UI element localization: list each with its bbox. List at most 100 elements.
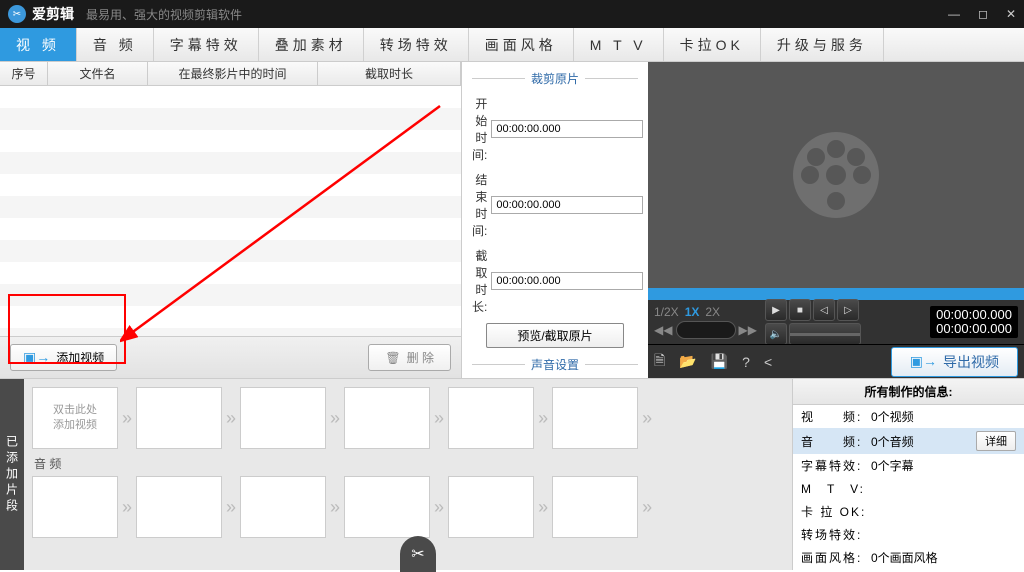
film-reel-icon <box>793 132 879 218</box>
col-time: 在最终影片中的时间 <box>148 62 318 85</box>
trim-section: 裁剪原片 <box>531 70 579 87</box>
export-label: 导出视频 <box>943 352 999 372</box>
info-row[interactable]: 字幕特效:0个字幕 <box>793 454 1024 477</box>
info-row[interactable]: 画面风格:0个画面风格 <box>793 546 1024 569</box>
col-index: 序号 <box>0 62 48 85</box>
delete-label: 删 除 <box>407 349 434 366</box>
table-header: 序号 文件名 在最终影片中的时间 截取时长 <box>0 62 461 86</box>
mute-button[interactable]: 🔈 <box>765 323 787 345</box>
trash-icon: 🗑 <box>385 351 400 365</box>
new-icon[interactable]: 🗎 <box>654 350 665 374</box>
duration-input[interactable] <box>491 272 643 290</box>
share-icon[interactable]: < <box>764 354 772 370</box>
tab-mtv[interactable]: M T V <box>574 28 664 61</box>
trim-pane: 裁剪原片 开始时间: 结束时间: 截取时长: 预览/截取原片 声音设置 使用音轨… <box>462 62 648 378</box>
main-tabs: 视 频 音 频 字幕特效 叠加素材 转场特效 画面风格 M T V 卡拉OK 升… <box>0 28 1024 62</box>
save-icon[interactable]: 💾 <box>711 353 728 370</box>
clip-placeholder[interactable]: 双击此处 添加视频 <box>32 387 118 449</box>
info-row[interactable]: 转场特效: <box>793 523 1024 546</box>
tab-transition[interactable]: 转场特效 <box>364 28 469 61</box>
add-video-button[interactable]: ▣→ 添加视频 <box>10 344 117 371</box>
table-body[interactable] <box>0 86 461 336</box>
info-row[interactable]: 视 频:0个视频 <box>793 405 1024 428</box>
chevron-right-icon: » <box>122 408 132 429</box>
clip-slot[interactable] <box>136 476 222 538</box>
delete-button[interactable]: 🗑 删 除 <box>368 344 451 371</box>
tab-subtitle[interactable]: 字幕特效 <box>154 28 259 61</box>
titlebar: ✂ 爱剪辑 最易用、强大的视频剪辑软件 — ◻ ✕ <box>0 0 1024 28</box>
speed-2x[interactable]: 2X <box>705 305 720 319</box>
clip-slot[interactable] <box>448 387 534 449</box>
clip-slot[interactable] <box>240 387 326 449</box>
clip-slot[interactable] <box>32 476 118 538</box>
sound-section: 声音设置 <box>531 356 579 373</box>
open-icon[interactable]: 📂 <box>679 353 696 370</box>
info-row[interactable]: 音 频:0个音频详细 <box>793 428 1024 454</box>
info-row[interactable]: M T V: <box>793 477 1024 500</box>
info-row[interactable]: 卡 拉 OK: <box>793 500 1024 523</box>
col-duration: 截取时长 <box>318 62 461 85</box>
jog-right-icon[interactable]: ▶▶ <box>738 323 756 337</box>
preview-trim-button[interactable]: 预览/截取原片 <box>486 323 624 348</box>
app-logo: ✂ <box>8 5 26 23</box>
clip-slot[interactable] <box>344 387 430 449</box>
added-clips-tab[interactable]: 已添加片段 <box>0 379 24 570</box>
audio-row-label: 音 频 <box>34 455 784 472</box>
end-label: 结束时间: <box>472 171 487 239</box>
clip-slot[interactable] <box>552 387 638 449</box>
stop-button[interactable]: ■ <box>789 299 811 321</box>
clip-slot[interactable] <box>136 387 222 449</box>
info-value: 0个音频 <box>871 433 976 450</box>
dur-label: 截取时长: <box>472 247 487 315</box>
speed-half[interactable]: 1/2X <box>654 305 679 319</box>
preview-viewport[interactable] <box>648 62 1024 288</box>
tab-upgrade[interactable]: 升级与服务 <box>761 28 884 61</box>
video-clip-row: 双击此处 添加视频 » » » » » » <box>32 387 784 449</box>
app-slogan: 最易用、强大的视频剪辑软件 <box>86 6 242 23</box>
export-video-button[interactable]: ▣→ 导出视频 <box>891 347 1018 377</box>
info-key: 转场特效: <box>801 526 871 543</box>
timeline-area: 已添加片段 双击此处 添加视频 » » » » » » 音 频 » » » » … <box>0 379 792 570</box>
scissors-icon[interactable]: ✂ <box>400 536 436 572</box>
help-icon[interactable]: ? <box>742 354 750 370</box>
info-value: 0个画面风格 <box>871 549 1016 566</box>
play-button[interactable]: ▶ <box>765 299 787 321</box>
info-header: 所有制作的信息: <box>793 379 1024 405</box>
tab-style[interactable]: 画面风格 <box>469 28 574 61</box>
jog-wheel[interactable] <box>676 321 736 339</box>
clip-slot[interactable] <box>240 476 326 538</box>
prev-frame-button[interactable]: ◁ <box>813 299 835 321</box>
clip-slot[interactable] <box>448 476 534 538</box>
start-time-input[interactable] <box>491 120 643 138</box>
end-time-input[interactable] <box>491 196 643 214</box>
add-video-label: 添加视频 <box>56 349 104 366</box>
info-key: 画面风格: <box>801 549 871 566</box>
tab-video[interactable]: 视 频 <box>0 28 77 61</box>
jog-left-icon[interactable]: ◀◀ <box>654 323 672 337</box>
audio-clip-row: » » » » » » <box>32 476 784 538</box>
tab-karaoke[interactable]: 卡拉OK <box>664 28 761 61</box>
minimize-icon[interactable]: — <box>948 7 960 21</box>
col-filename: 文件名 <box>48 62 148 85</box>
tab-overlay[interactable]: 叠加素材 <box>259 28 364 61</box>
add-video-icon: ▣→ <box>23 349 50 366</box>
info-list: 视 频:0个视频音 频:0个音频详细字幕特效:0个字幕M T V: 卡 拉 OK:… <box>793 405 1024 570</box>
clip-list-pane: 序号 文件名 在最终影片中的时间 截取时长 ▣→ 添加视频 🗑 删 除 <box>0 62 462 378</box>
detail-button[interactable]: 详细 <box>976 431 1016 451</box>
info-key: 卡 拉 OK: <box>801 503 871 520</box>
preview-pane: 1/2X 1X 2X ◀◀ ▶▶ ▶ ■ ◁ ▷ 🔈 <box>648 62 1024 378</box>
start-label: 开始时间: <box>472 95 487 163</box>
preview-volume-slider[interactable] <box>789 323 861 345</box>
clip-slot[interactable] <box>344 476 430 538</box>
tab-audio[interactable]: 音 频 <box>77 28 154 61</box>
info-value: 0个字幕 <box>871 457 1016 474</box>
next-frame-button[interactable]: ▷ <box>837 299 859 321</box>
export-icon: ▣→ <box>910 353 937 370</box>
info-value: 0个视频 <box>871 408 1016 425</box>
timecode-total: 00:00:00.000 <box>936 322 1012 336</box>
close-icon[interactable]: ✕ <box>1006 7 1016 21</box>
timecode-display: 00:00:00.000 00:00:00.000 <box>930 306 1018 339</box>
clip-slot[interactable] <box>552 476 638 538</box>
maximize-icon[interactable]: ◻ <box>978 7 988 21</box>
speed-1x[interactable]: 1X <box>685 305 700 319</box>
